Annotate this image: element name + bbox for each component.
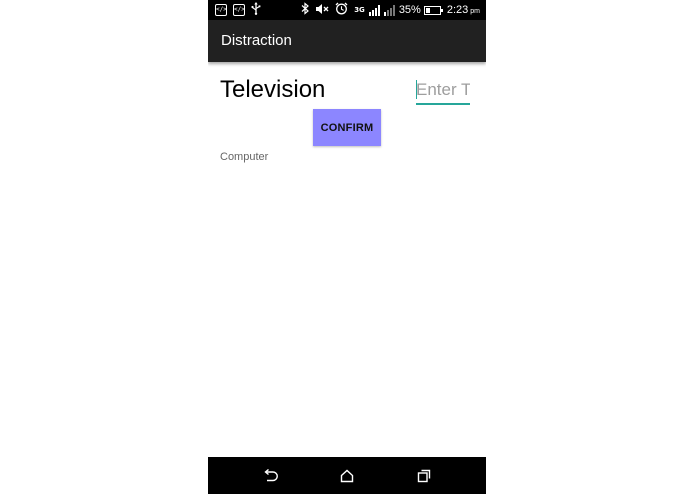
clock-ampm: pm: [470, 8, 480, 15]
phone-screen: </> </> 3G 35% 2:23 pm Distraction Telev…: [208, 0, 486, 494]
recents-icon[interactable]: [413, 465, 435, 487]
app-bar: Distraction: [208, 20, 486, 62]
next-activity-label: Computer: [220, 151, 269, 163]
network-3g-icon: 3G: [354, 6, 365, 14]
time-input[interactable]: [416, 77, 470, 105]
mute-icon: [315, 3, 329, 18]
home-icon[interactable]: [336, 465, 358, 487]
text-cursor: [416, 80, 417, 99]
confirm-button[interactable]: CONFIRM: [313, 109, 381, 146]
signal-dim-icon: [383, 4, 396, 16]
navigation-bar: [208, 457, 486, 494]
usb-icon: [251, 1, 261, 19]
signal-icon: [368, 4, 381, 16]
battery-fill: [425, 7, 431, 13]
app-title: Distraction: [221, 32, 292, 49]
main-content: Television CONFIRM Computer: [208, 62, 486, 457]
status-right-icons: 3G 35% 2:23 pm: [301, 2, 480, 18]
battery-percent: 35%: [398, 4, 421, 16]
status-left-icons: </> </>: [215, 1, 267, 19]
bluetooth-icon: [301, 2, 310, 18]
clock: 2:23 pm: [447, 4, 480, 16]
activity-label: Television: [220, 76, 326, 103]
clock-time: 2:23: [446, 4, 469, 16]
code-icon: </>: [233, 4, 245, 16]
code-icon: </>: [215, 4, 227, 16]
alarm-icon: [335, 2, 348, 18]
battery-icon: [423, 5, 443, 15]
back-icon[interactable]: [259, 465, 281, 487]
status-bar: </> </> 3G 35% 2:23 pm: [208, 0, 486, 20]
